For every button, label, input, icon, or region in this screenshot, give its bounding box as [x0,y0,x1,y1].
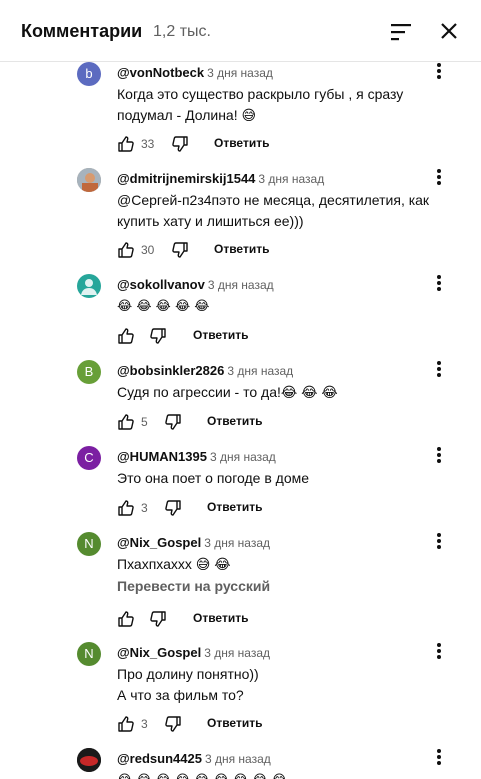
comment-text-line: купить хату и лишиться ее))) [117,213,304,229]
thumbs-up-icon[interactable] [117,413,135,431]
comment-author[interactable]: @Nix_Gospel [117,645,201,660]
comment-text: Судя по агрессии - то да!😂 😂 😂 [117,382,447,403]
comment-author[interactable]: @sokollvanov [117,277,205,292]
comment-date[interactable]: 3 дня назад [208,278,274,292]
like-count: 33 [141,137,155,151]
comment-text-line: 😂 😂 😂 😂 😂 [117,299,210,314]
comments-count: 1,2 тыс. [153,23,211,40]
comment-date[interactable]: 3 дня назад [204,536,270,550]
comment-text-line: А что за фильм то? [117,687,244,703]
thumbs-down-icon[interactable] [164,499,182,517]
comment-author[interactable]: @vonNotbeck [117,65,204,80]
comment-text: Когда это существо раскрыло губы , я сра… [117,84,447,126]
avatar[interactable] [77,168,101,192]
thumbs-up-icon[interactable] [117,610,135,628]
profile-photo-icon [77,748,101,772]
avatar[interactable]: B [77,360,101,384]
more-options-icon[interactable] [433,274,445,292]
comment-date[interactable]: 3 дня назад [227,364,293,378]
translate-link[interactable]: Перевести на русский [117,578,270,594]
more-options-icon[interactable] [433,532,445,550]
comment-text-line: @Сергей-п2з4пэто не месяца, десятилетия,… [117,192,430,208]
comment-text: Пхахпхаххх 😅 😂 [117,554,447,575]
thumbs-down-icon[interactable] [149,610,167,628]
comment-text-line: Когда это существо раскрыло губы , я сра… [117,86,404,102]
comments-title: Комментарии [21,21,143,41]
comment-text: Про долину понятно)) А что за фильм то? [117,664,447,706]
close-icon[interactable] [437,19,461,43]
avatar[interactable]: C [77,446,101,470]
reply-button[interactable]: Ответить [207,414,262,428]
comment-date[interactable]: 3 дня назад [204,646,270,660]
comment-text-line: Про долину понятно)) [117,666,259,682]
like-count: 30 [141,243,155,257]
like-count: 3 [141,717,148,731]
reply-button[interactable]: Ответить [207,716,262,730]
profile-photo-icon [77,168,101,192]
reply-button[interactable]: Ответить [193,611,248,625]
comments-list[interactable]: b @vonNotbeck 3 дня назад Когда это сущес… [0,62,481,779]
more-options-icon[interactable] [433,360,445,378]
comment-date[interactable]: 3 дня назад [210,450,276,464]
more-options-icon[interactable] [433,168,445,186]
comment-text-line: подумал - Долина! 😅 [117,107,257,123]
more-options-icon[interactable] [433,62,445,80]
default-user-icon [81,279,97,295]
reply-button[interactable]: Ответить [214,136,269,150]
reply-button[interactable]: Ответить [193,328,248,342]
comment-text-line: Пхахпхаххх 😅 😂 [117,556,231,572]
comments-header: Комментарии 1,2 тыс. [0,0,481,62]
like-count: 5 [141,415,148,429]
avatar[interactable] [77,748,101,772]
comment-author[interactable]: @Nix_Gospel [117,535,201,550]
reply-button[interactable]: Ответить [214,242,269,256]
more-options-icon[interactable] [433,446,445,464]
thumbs-up-icon[interactable] [117,241,135,259]
more-options-icon[interactable] [433,748,445,766]
thumbs-down-icon[interactable] [149,327,167,345]
like-count: 3 [141,501,148,515]
avatar[interactable]: b [77,62,101,86]
thumbs-down-icon[interactable] [171,241,189,259]
comment-text-line: Судя по агрессии - то да!😂 😂 😂 [117,384,338,400]
thumbs-up-icon[interactable] [117,135,135,153]
thumbs-up-icon[interactable] [117,499,135,517]
thumbs-up-icon[interactable] [117,715,135,733]
avatar[interactable]: N [77,532,101,556]
comment-date[interactable]: 3 дня назад [205,752,271,766]
comment-date[interactable]: 3 дня назад [258,172,324,186]
avatar[interactable] [77,274,101,298]
thumbs-down-icon[interactable] [164,413,182,431]
comment-author[interactable]: @redsun4425 [117,751,202,766]
sort-icon[interactable] [389,21,413,43]
comment-date[interactable]: 3 дня назад [207,66,273,80]
comment-author[interactable]: @dmitrijnemirskij1544 [117,171,255,186]
comment-text-line: Это она поет о погоде в доме [117,470,310,486]
comment-text: @Сергей-п2з4пэто не месяца, десятилетия,… [117,190,447,232]
thumbs-down-icon[interactable] [171,135,189,153]
comment-text: Это она поет о погоде в доме [117,468,447,489]
more-options-icon[interactable] [433,642,445,660]
comment-text-line: 😂 😂 😂 😂 😂 😂 😂 😂 😂 [117,770,447,779]
comment-text: 😂 😂 😂 😂 😂 😂 😂 😂 😂 [117,770,447,779]
comment-text: 😂 😂 😂 😂 😂 [117,296,447,317]
avatar[interactable]: N [77,642,101,666]
thumbs-down-icon[interactable] [164,715,182,733]
comment-author[interactable]: @HUMAN1395 [117,449,207,464]
thumbs-up-icon[interactable] [117,327,135,345]
reply-button[interactable]: Ответить [207,500,262,514]
comment-author[interactable]: @bobsinkler2826 [117,363,224,378]
